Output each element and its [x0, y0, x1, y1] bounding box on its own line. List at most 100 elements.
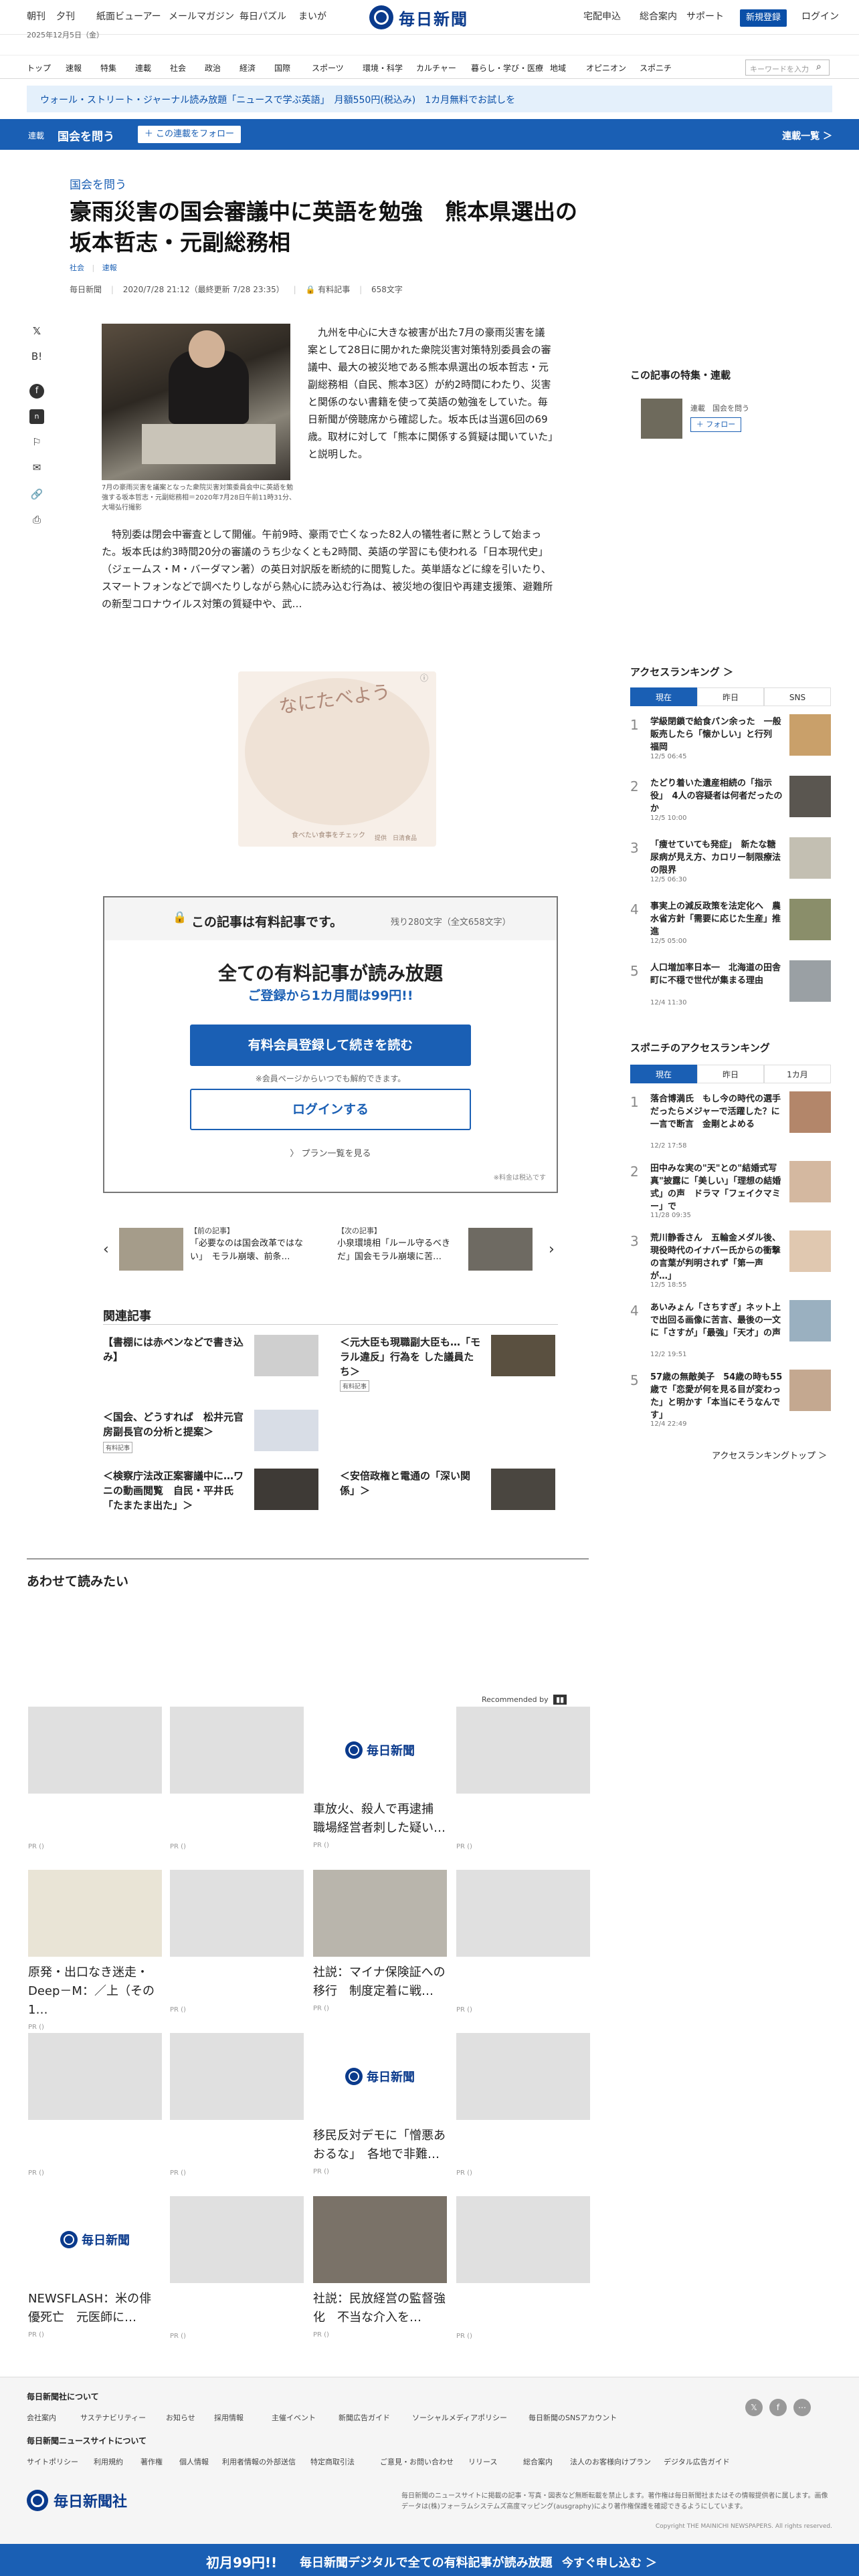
footer-link[interactable]: お知らせ: [166, 2412, 195, 2423]
recommendation-card[interactable]: 社説：マイナ保険証への移行 制度定着に戦… PR (): [313, 1870, 447, 2012]
next-article[interactable]: 【次の記事】 小泉環境相「ルール守るべきだ」国会モラル崩壊に苦…: [337, 1221, 538, 1275]
nav-keizai[interactable]: 経済: [240, 62, 256, 74]
footer-link[interactable]: 利用規約: [94, 2456, 123, 2467]
recommendation-card[interactable]: PR (): [170, 2196, 304, 2340]
share-icon[interactable]: ⋯: [793, 2399, 811, 2416]
link-icon[interactable]: 🔗: [29, 488, 44, 503]
footer-link[interactable]: 総合案内: [523, 2456, 553, 2467]
register-button[interactable]: 新規登録: [740, 9, 787, 27]
ranking-item[interactable]: 1 落合博満氏 もし今の時代の選手だったらメジャーで活躍した？に一言で断言 金剛と…: [630, 1091, 831, 1150]
series-title[interactable]: 国会を問う: [58, 127, 114, 144]
recommendation-card[interactable]: PR (): [456, 2033, 590, 2177]
related-item[interactable]: ＜検察庁法改正案審議中に…ワニの動画閲覧 自民・平井氏「たまたま出た」＞: [103, 1469, 318, 1519]
link-mailmag[interactable]: メールマガジン: [169, 9, 234, 23]
footer-link[interactable]: 毎日新聞のSNSアカウント: [529, 2412, 617, 2423]
recommendation-card[interactable]: PR (): [170, 1707, 304, 1850]
footer-link[interactable]: 特定商取引法: [310, 2456, 355, 2467]
tab-yesterday[interactable]: 昨日: [697, 687, 764, 706]
bookmark-icon[interactable]: ⚐: [29, 436, 44, 451]
footer-link[interactable]: ご意見・お問い合わせ: [380, 2456, 454, 2467]
print-icon[interactable]: ⎙: [29, 514, 44, 528]
ranking-item[interactable]: 2 たどり着いた遺産相続の「指示役」 4人の容疑者は何者だったのか 12/5 10:…: [630, 776, 831, 832]
chevron-left-icon[interactable]: ‹: [103, 1241, 109, 1258]
recommendation-card[interactable]: 毎日新聞 NEWSFLASH：米の俳優死亡 元医師に… PR (): [28, 2196, 162, 2339]
recommendation-card[interactable]: PR (): [28, 2033, 162, 2177]
search-icon[interactable]: ⌕: [816, 62, 822, 72]
ranking-item[interactable]: 4 あいみょん「さちすぎ」ネット上で出回る画像に苦言、最後の一文に「さすが」「最強…: [630, 1300, 831, 1358]
ranking-item[interactable]: 3 「痩せていても発症」 新たな糖尿病が見え方、カロリー制限療法の限界 12/5 0…: [630, 837, 831, 893]
link-yukan[interactable]: 夕刊: [56, 9, 75, 23]
ranking-more-link[interactable]: アクセスランキングトップ ＞: [712, 1448, 827, 1461]
tab-now[interactable]: 現在: [630, 687, 697, 706]
related-item[interactable]: ＜国会、どうすれば 松井元官房副長官の分析と提案＞ 有料記事: [103, 1410, 318, 1461]
nav-top[interactable]: トップ: [27, 62, 51, 74]
follow-series-button[interactable]: ＋ この連載をフォロー: [138, 126, 241, 143]
recommendation-card[interactable]: PR (): [456, 2196, 590, 2340]
footer-link[interactable]: 利用者情報の外部送信: [222, 2456, 296, 2467]
link-maiga[interactable]: まいが: [298, 9, 326, 23]
article-photo[interactable]: [102, 324, 290, 480]
x-icon[interactable]: 𝕏: [745, 2399, 763, 2416]
nav-sports[interactable]: スポーツ: [312, 62, 344, 74]
nav-kankyo[interactable]: 環境・科学: [363, 62, 403, 74]
login-button[interactable]: ログインする: [190, 1089, 471, 1130]
facebook-share-icon[interactable]: f: [29, 384, 44, 399]
sidebar-series[interactable]: 連載 国会を問う ＋ フォロー: [641, 399, 808, 439]
footer-link[interactable]: 主催イベント: [272, 2412, 316, 2423]
nav-culture[interactable]: カルチャー: [416, 62, 456, 74]
ranking-item[interactable]: 5 人口増加率日本一 北海道の田舎町に不穏で世代が集まる理由 12/4 11:30: [630, 960, 831, 1016]
ranking-title[interactable]: アクセスランキング ＞: [630, 665, 733, 679]
recommendation-card[interactable]: PR (): [170, 2033, 304, 2177]
tab-yesterday[interactable]: 昨日: [697, 1065, 764, 1083]
ranking-item[interactable]: 2 田中みな実の"天"との"結婚式写真"披露に「美しい」「理想の結婚式」の声 ドラ…: [630, 1161, 831, 1219]
nav-kokusai[interactable]: 国際: [274, 62, 290, 74]
tag-shakai[interactable]: 社会: [70, 263, 84, 272]
recommendation-card[interactable]: 社説：民放経営の監督強化 不当な介入を… PR (): [313, 2196, 447, 2339]
related-item[interactable]: ＜安倍政権と電通の「深い関係」＞: [340, 1469, 555, 1519]
related-item[interactable]: 【書棚には赤ペンなどで書き込み】: [103, 1335, 318, 1386]
chevron-right-icon[interactable]: ›: [549, 1241, 555, 1258]
note-share-icon[interactable]: n: [29, 409, 44, 424]
hatena-share-icon[interactable]: B!: [29, 350, 44, 365]
footer-link[interactable]: サイトポリシー: [27, 2456, 78, 2467]
tab-now[interactable]: 現在: [630, 1065, 697, 1083]
ranking-item[interactable]: 5 57歳の無敵美子 54歳の時も55歳で「恋愛が何を見る目が変わった」と明かす「…: [630, 1370, 831, 1428]
nav-chiiki[interactable]: 地域: [550, 62, 566, 74]
nav-shakai[interactable]: 社会: [170, 62, 186, 74]
link-support[interactable]: サポート: [686, 9, 724, 23]
nav-opinion[interactable]: オピニオン: [586, 62, 626, 74]
ranking-item[interactable]: 3 荒川静香さん 五輪金メダル後、現役時代のイナバー氏からの衝撃の言葉が判明されず…: [630, 1230, 831, 1289]
ad-info-icon[interactable]: ⓘ: [420, 674, 428, 682]
footer-link[interactable]: サステナビリティー: [80, 2412, 146, 2423]
recommendation-card[interactable]: 毎日新聞 車放火、殺人で再逮捕 職場経営者刺した疑い… PR (): [313, 1707, 447, 1849]
recommendation-card[interactable]: PR (): [456, 1870, 590, 2014]
tag-sokuho[interactable]: 速報: [102, 263, 117, 272]
nav-sponichi[interactable]: スポニチ: [640, 62, 672, 74]
subscribe-button[interactable]: 有料会員登録して続きを読む: [190, 1025, 471, 1066]
footer-link[interactable]: デジタル広告ガイド: [664, 2456, 730, 2467]
promo-banner[interactable]: ウォール・ストリート・ジャーナル読み放題「ニュースで学ぶ英語」 月額550円(税…: [27, 86, 832, 112]
nav-sokuho[interactable]: 速報: [66, 62, 82, 74]
tab-sns[interactable]: SNS: [764, 687, 831, 706]
footer-link[interactable]: 個人情報: [179, 2456, 209, 2467]
ranking-item[interactable]: 1 学級閉鎖で給食パン余った 一般販売したら「懐かしい」と行列 福岡 12/5 06…: [630, 714, 831, 770]
recommendation-card[interactable]: PR (): [170, 1870, 304, 2014]
link-chokan[interactable]: 朝刊: [27, 9, 45, 23]
footer-link[interactable]: ソーシャルメディアポリシー: [412, 2412, 507, 2423]
article-kicker[interactable]: 国会を問う: [70, 175, 126, 192]
related-item[interactable]: ＜元大臣も現職副大臣も…「モラル違反」行為を した議員たち＞ 有料記事: [340, 1335, 555, 1392]
ranking-item[interactable]: 4 事実上の減反政策を法定化へ 農水省方針「需要に応じた生産」推進 12/5 05:…: [630, 899, 831, 955]
link-sogo[interactable]: 総合案内: [640, 9, 677, 23]
login-link[interactable]: ログイン: [801, 9, 839, 23]
bottom-cta-bar[interactable]: 初月99円!! 毎日新聞デジタルで全ての有料記事が読み放題 今すぐ申し込む ＞: [0, 2544, 859, 2576]
plan-list-link[interactable]: 〉 プラン一覧を見る: [104, 1146, 557, 1159]
footer-link[interactable]: 法人のお客様向けプラン: [570, 2456, 651, 2467]
facebook-icon[interactable]: f: [769, 2399, 787, 2416]
recommendation-card[interactable]: 原発・出口なき迷走・Deep－M：／上（その1… PR (): [28, 1870, 162, 2031]
nav-tokushu[interactable]: 特集: [100, 62, 116, 74]
footer-link[interactable]: リリース: [468, 2456, 497, 2467]
link-takuhai[interactable]: 宅配申込: [583, 9, 621, 23]
nav-seiji[interactable]: 政治: [205, 62, 221, 74]
nav-kurashi[interactable]: 暮らし・学び・医療: [471, 62, 543, 74]
tab-month[interactable]: 1カ月: [764, 1065, 831, 1083]
